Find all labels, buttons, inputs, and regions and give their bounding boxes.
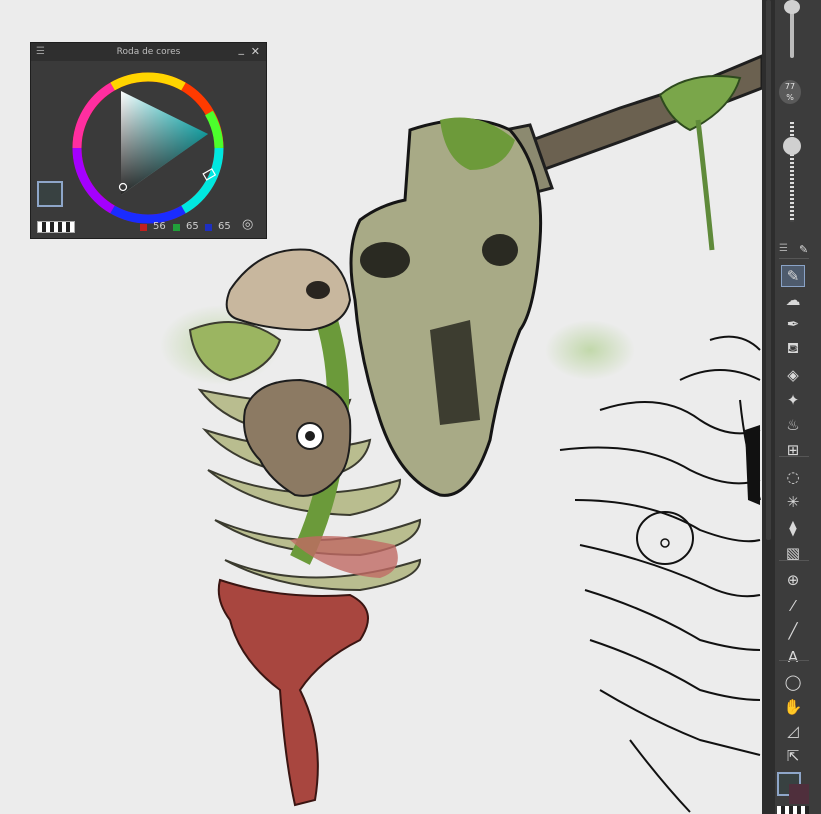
tool-separator [779,456,809,457]
ruler-triangle-icon[interactable]: ◿ [781,720,805,742]
color-mode-icon[interactable]: ◎ [242,217,253,232]
sparkle-icon[interactable]: ✦ [781,389,805,411]
eraser-icon[interactable]: ◈ [781,364,805,386]
tool-separator [779,560,809,561]
fill-bucket-icon[interactable]: ⧫ [781,517,805,539]
pencil-icon[interactable]: ✎ [799,243,808,256]
hamburger-icon[interactable]: ☰ [36,43,45,61]
close-icon[interactable]: ✕ [251,43,260,61]
pen-nib-icon[interactable]: ✒ [781,313,805,335]
color-wheel-panel: ☰ Roda de cores _ ✕ 56 65 65 ◎ [30,42,267,239]
magic-wand-icon[interactable]: ✳ [781,491,805,513]
hue-wheel[interactable] [31,61,266,238]
background-swatch[interactable] [789,784,809,804]
tool-strip: 77 % ☰ ✎ ✎ ☁ ✒ ⛾ ◈ ✦ ♨ ⊞ ◌ ✳ ⧫ ▧ ⊕ ⁄ ╱ A ◯ ✋ ◿ ⇱ [775,0,821,814]
tool-separator [779,660,809,661]
transparent-swatch[interactable] [777,806,809,814]
panel-title: Roda de cores [116,47,181,57]
move-layer-icon[interactable]: ⊕ [781,569,805,591]
foreground-swatch[interactable] [37,181,63,207]
hamburger-icon[interactable]: ☰ [779,243,788,254]
transparent-swatch[interactable] [37,221,75,233]
blue-value: 65 [218,221,231,232]
brush-icon[interactable]: ✎ [781,265,805,287]
speech-bubble-icon[interactable]: ◯ [781,671,805,693]
brush-size-readout: 77 % [779,80,801,104]
hand-pan-icon[interactable]: ✋ [781,696,805,718]
right-toolbar: 77 % ☰ ✎ ✎ ☁ ✒ ⛾ ◈ ✦ ♨ ⊞ ◌ ✳ ⧫ ▧ ⊕ ⁄ ╱ A ◯ ✋ ◿ ⇱ [762,0,821,814]
panel-titlebar[interactable]: ☰ Roda de cores _ ✕ [31,40,266,61]
green-value: 65 [186,221,199,232]
minimize-icon[interactable]: _ [239,40,245,58]
grid-transform-icon[interactable]: ⊞ [781,439,805,461]
toolbar-scrollbar[interactable] [762,0,775,814]
opacity-slider-handle[interactable] [784,0,800,14]
blue-channel-dot [205,224,212,231]
red-value: 56 [153,221,166,232]
text-icon[interactable]: A [781,646,805,668]
wheel-body: 56 65 65 ◎ [31,61,266,238]
lasso-select-icon[interactable]: ◌ [781,466,805,488]
blend-drops-icon[interactable]: ♨ [781,414,805,436]
cloud-brush-icon[interactable]: ☁ [781,289,805,311]
airbrush-icon[interactable]: ⛾ [781,338,805,360]
red-channel-dot [140,224,147,231]
line-icon[interactable]: ╱ [781,620,805,642]
eyedropper-icon[interactable]: ⁄ [781,595,805,617]
size-slider-handle[interactable] [783,137,801,155]
select-arrow-icon[interactable]: ⇱ [781,745,805,767]
green-channel-dot [173,224,180,231]
